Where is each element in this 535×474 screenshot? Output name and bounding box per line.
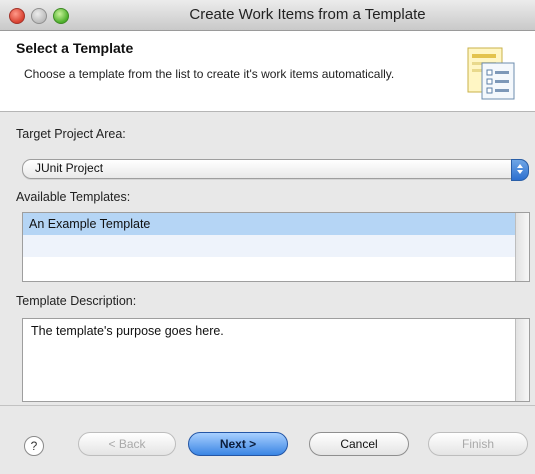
templates-list[interactable]: An Example Template [22,212,530,282]
help-icon[interactable]: ? [24,436,44,456]
title-bar: Create Work Items from a Template [0,0,535,31]
template-description-area[interactable]: The template's purpose goes here. [22,318,530,402]
dialog-window: Create Work Items from a Template Select… [0,0,535,474]
back-button[interactable]: < Back [78,432,176,456]
available-templates-label: Available Templates: [16,190,131,204]
finish-button[interactable]: Finish [428,432,528,456]
cancel-button[interactable]: Cancel [309,432,409,456]
templates-scrollbar[interactable] [515,213,529,281]
empty-list-row [23,235,529,257]
page-title: Select a Template [16,40,134,56]
list-item[interactable]: An Example Template [23,213,529,235]
project-area-select[interactable]: JUnit Project [22,159,529,181]
page-description: Choose a template from the list to creat… [24,67,395,81]
template-description-text: The template's purpose goes here. [31,324,224,338]
template-wizard-icon [467,47,515,100]
description-scrollbar[interactable] [515,319,529,401]
template-description-label: Template Description: [16,294,137,308]
window-title: Create Work Items from a Template [189,6,426,23]
project-area-label: Target Project Area: [16,127,126,141]
footer-separator [0,405,535,406]
select-arrows-icon [511,159,529,181]
wizard-header: Select a Template Choose a template from… [0,31,535,112]
next-button[interactable]: Next > [188,432,288,456]
project-area-value: JUnit Project [35,161,104,175]
